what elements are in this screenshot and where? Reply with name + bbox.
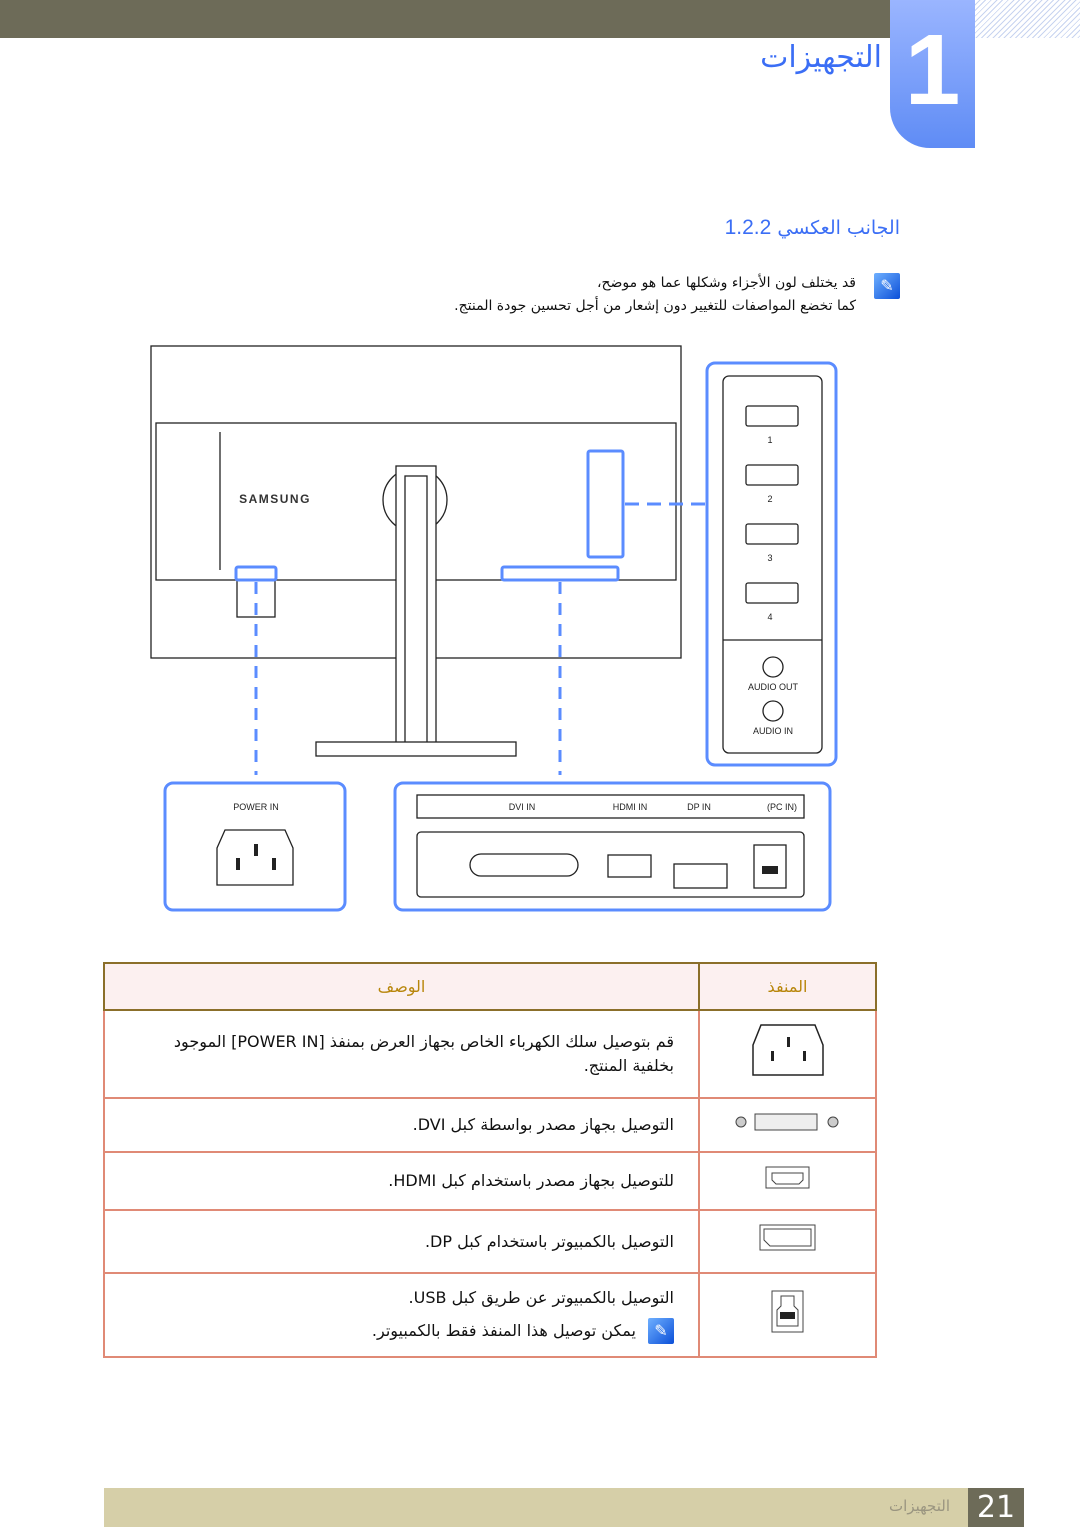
power-socket-icon	[698, 1009, 877, 1099]
dvi-in-label: DVI IN	[509, 802, 536, 812]
note-pencil-icon: ✎	[648, 1318, 674, 1344]
table-header-row: المنفذ الوصف	[103, 962, 877, 1011]
usb-port-label: 1	[767, 435, 772, 445]
footer-label: التجهيزات	[889, 1497, 950, 1515]
ports-table: المنفذ الوصف قم بتوصيل سلك الكهرباء الخا…	[103, 962, 877, 1358]
table-row: التوصيل بالكمبيوتر باستخدام كبل DP.	[103, 1209, 877, 1274]
description: التوصيل بالكمبيوتر عن طريق كبل USB. ✎ يم…	[103, 1272, 700, 1358]
hdmi-port-icon	[698, 1151, 877, 1211]
stand-base	[315, 741, 517, 757]
description: التوصيل بالكمبيوتر باستخدام كبل DP.	[103, 1209, 700, 1274]
table-row: التوصيل بالكمبيوتر عن طريق كبل USB. ✎ يم…	[103, 1272, 877, 1358]
dvi-port-icon	[698, 1097, 877, 1153]
hdmi-in-label: HDMI IN	[613, 802, 648, 812]
usb-port-label: 3	[767, 553, 772, 563]
usb-port-label: 4	[767, 612, 772, 622]
table-row: قم بتوصيل سلك الكهرباء الخاص بجهاز العرض…	[103, 1009, 877, 1099]
footer-bar	[104, 1488, 1024, 1527]
usb-port-label: 2	[767, 494, 772, 504]
dp-in-label: DP IN	[687, 802, 711, 812]
pc-in-label: (PC IN)	[767, 802, 797, 812]
displayport-icon	[698, 1209, 877, 1274]
table-row: للتوصيل بجهاز مصدر باستخدام كبل HDMI.	[103, 1151, 877, 1211]
description: للتوصيل بجهاز مصدر باستخدام كبل HDMI.	[103, 1151, 700, 1211]
description-text: التوصيل بالكمبيوتر عن طريق كبل USB.	[408, 1288, 674, 1307]
page-number: 21	[968, 1488, 1024, 1527]
description: التوصيل بجهاز مصدر بواسطة كبل DVI.	[103, 1097, 700, 1153]
stand-neck	[395, 465, 437, 747]
usb-note-text: يمكن توصيل هذا المنفذ فقط بالكمبيوتر.	[371, 1321, 636, 1340]
usb-b-port-icon	[698, 1272, 877, 1358]
audio-out-label: AUDIO OUT	[748, 682, 799, 692]
power-in-label: POWER IN	[233, 802, 279, 812]
rear-panel-diagram: SAMSUNG 1 2 3 4 AUDIO OUT AUDIO IN POWER…	[150, 345, 838, 912]
audio-in-label: AUDIO IN	[753, 726, 793, 736]
description: قم بتوصيل سلك الكهرباء الخاص بجهاز العرض…	[103, 1009, 700, 1099]
table-row: التوصيل بجهاز مصدر بواسطة كبل DVI.	[103, 1097, 877, 1153]
displayport-icon	[673, 863, 728, 889]
side-ports-callout	[705, 361, 838, 767]
brand-logo: SAMSUNG	[239, 492, 311, 506]
dvi-port-icon	[469, 853, 579, 877]
hdmi-port-icon	[607, 854, 652, 878]
column-header-description: الوصف	[103, 962, 700, 1011]
column-header-port: المنفذ	[698, 962, 877, 1011]
usb-note: ✎ يمكن توصيل هذا المنفذ فقط بالكمبيوتر.	[129, 1318, 674, 1344]
